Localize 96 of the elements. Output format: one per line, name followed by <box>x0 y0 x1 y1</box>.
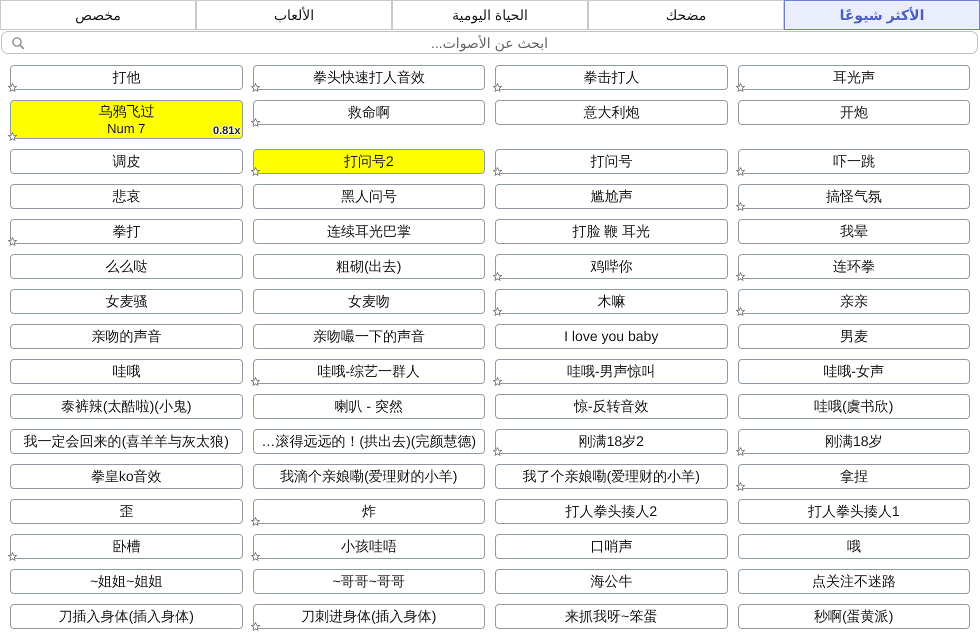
sound-button[interactable]: 秒啊(蛋黄派) <box>738 604 970 629</box>
sound-button[interactable]: 拳击打人 <box>495 65 728 90</box>
sound-button[interactable]: 哇哦-综艺一群人 <box>252 359 485 384</box>
sound-button[interactable]: 悲哀 <box>10 184 242 209</box>
sound-button[interactable]: 耳光声 <box>738 65 970 90</box>
star-icon[interactable] <box>250 552 260 561</box>
sound-button[interactable]: 刀刺进身体(插入身体) <box>252 604 485 629</box>
sound-button[interactable]: 哇哦(虞书欣) <box>738 394 970 419</box>
sound-button[interactable]: 鸡哔你 <box>495 254 728 279</box>
sound-button[interactable]: 救命啊 <box>252 100 485 125</box>
star-icon[interactable] <box>493 447 502 456</box>
sound-button[interactable]: 么么哒 <box>10 254 242 279</box>
sound-button[interactable]: I love you baby <box>495 324 728 349</box>
sound-button[interactable]: 我一定会回来的(喜羊羊与灰太狼) <box>10 429 242 454</box>
sound-button[interactable]: 男麦 <box>738 324 970 349</box>
star-icon[interactable] <box>250 118 260 127</box>
star-icon[interactable] <box>250 517 260 526</box>
category-tab[interactable]: الحياة اليومية <box>392 0 588 30</box>
sound-button[interactable]: 惊-反转音效 <box>495 394 728 419</box>
star-icon[interactable] <box>736 83 744 92</box>
sound-button[interactable]: 海公牛 <box>495 569 728 594</box>
star-icon[interactable] <box>493 83 502 92</box>
search-field[interactable]: ابحث عن الأصوات... <box>1 31 978 54</box>
sound-button[interactable]: 小孩哇唔 <box>252 534 485 559</box>
sound-button[interactable]: 亲吻嘬一下的声音 <box>252 324 485 349</box>
sound-button[interactable]: 拿捏 <box>738 464 970 489</box>
star-icon[interactable] <box>493 272 502 281</box>
star-icon[interactable] <box>8 83 17 92</box>
sound-button[interactable]: 女麦骚 <box>10 289 242 314</box>
search-icon <box>12 37 24 49</box>
star-icon[interactable] <box>250 622 260 631</box>
category-tab[interactable]: مخصص <box>0 0 196 30</box>
star-icon[interactable] <box>8 132 17 141</box>
category-tab[interactable]: مضحك <box>588 0 784 30</box>
sound-button[interactable]: 尴尬声 <box>495 184 728 209</box>
hotkey-label: Num 7 <box>107 121 146 136</box>
sound-button[interactable]: 泰裤辣(太酷啦)(小鬼) <box>10 394 242 419</box>
sound-button[interactable]: 哦 <box>738 534 970 559</box>
star-icon[interactable] <box>493 167 502 176</box>
sound-button[interactable]: 刀插入身体(插入身体) <box>10 604 242 629</box>
category-tab[interactable]: الأكثر شيوعًا <box>784 0 980 30</box>
sound-button[interactable]: …滚得远远的！(拱出去)(完颜慧德) <box>252 429 485 454</box>
sound-button[interactable]: 打脸 鞭 耳光 <box>495 219 728 244</box>
sound-button[interactable]: 炸 <box>252 499 485 524</box>
sound-button[interactable]: 拳打 <box>10 219 242 244</box>
star-icon[interactable] <box>736 272 744 281</box>
star-icon[interactable] <box>250 377 260 386</box>
star-icon[interactable] <box>736 447 744 456</box>
sound-button[interactable]: 哇哦-男声惊叫 <box>495 359 728 384</box>
star-icon[interactable] <box>736 167 744 176</box>
star-icon[interactable] <box>250 83 260 92</box>
sound-button[interactable]: 歪 <box>10 499 242 524</box>
sound-button[interactable]: 调皮 <box>10 149 242 174</box>
sound-button[interactable]: 亲吻的声音 <box>10 324 242 349</box>
sound-button[interactable]: 哇哦 <box>10 359 242 384</box>
sound-button[interactable]: 连环拳 <box>738 254 970 279</box>
sound-button[interactable]: 拳头快速打人音效 <box>252 65 485 90</box>
star-icon[interactable] <box>736 202 744 211</box>
star-icon[interactable] <box>736 482 744 491</box>
star-icon[interactable] <box>493 307 502 316</box>
star-icon[interactable] <box>493 377 502 386</box>
sound-button[interactable]: 打问号2 <box>252 149 485 174</box>
sound-button[interactable]: ~哥哥~哥哥 <box>252 569 485 594</box>
sound-button[interactable]: 点关注不迷路 <box>738 569 970 594</box>
star-icon[interactable] <box>736 307 744 316</box>
category-tab[interactable]: الألعاب <box>196 0 392 30</box>
sound-button[interactable]: 开炮 <box>738 100 970 125</box>
sound-button[interactable]: 我晕 <box>738 219 970 244</box>
sound-button[interactable]: 连续耳光巴掌 <box>252 219 485 244</box>
sound-button[interactable]: 打他 <box>10 65 242 90</box>
sound-button[interactable]: ~姐姐~姐姐 <box>10 569 242 594</box>
sound-button[interactable]: 女麦吻 <box>252 289 485 314</box>
sound-button[interactable]: 打问号 <box>495 149 728 174</box>
sound-button[interactable]: 刚满18岁2 <box>495 429 728 454</box>
sound-button[interactable]: 粗砌(出去) <box>252 254 485 279</box>
star-icon[interactable] <box>8 237 17 246</box>
star-icon[interactable] <box>8 552 17 561</box>
sound-button[interactable]: 来抓我呀~笨蛋 <box>495 604 728 629</box>
sound-button[interactable]: 吓一跳 <box>738 149 970 174</box>
sound-button[interactable]: 打人拳头揍人2 <box>495 499 728 524</box>
sound-button[interactable]: 打人拳头揍人1 <box>738 499 970 524</box>
sound-button[interactable]: 拳皇ko音效 <box>10 464 242 489</box>
sound-button[interactable]: 喇叭 - 突然 <box>252 394 485 419</box>
sound-button[interactable]: 卧槽 <box>10 534 242 559</box>
sound-button[interactable]: 我滴个亲娘嘞(爱理财的小羊) <box>252 464 485 489</box>
sound-button[interactable]: 黑人问号 <box>252 184 485 209</box>
sound-button[interactable]: 我了个亲娘嘞(爱理财的小羊) <box>495 464 728 489</box>
sound-button[interactable]: 木嘛 <box>495 289 728 314</box>
sound-button[interactable]: 搞怪气氛 <box>738 184 970 209</box>
star-icon[interactable] <box>250 167 260 176</box>
sound-button[interactable]: 哇哦-女声 <box>738 359 970 384</box>
sound-button[interactable]: 意大利炮 <box>495 100 728 125</box>
sound-button[interactable]: 亲亲 <box>738 289 970 314</box>
speed-label: 0.81x <box>212 125 240 137</box>
sound-button[interactable]: 口哨声 <box>495 534 728 559</box>
sound-button[interactable]: 刚满18岁 <box>738 429 970 454</box>
